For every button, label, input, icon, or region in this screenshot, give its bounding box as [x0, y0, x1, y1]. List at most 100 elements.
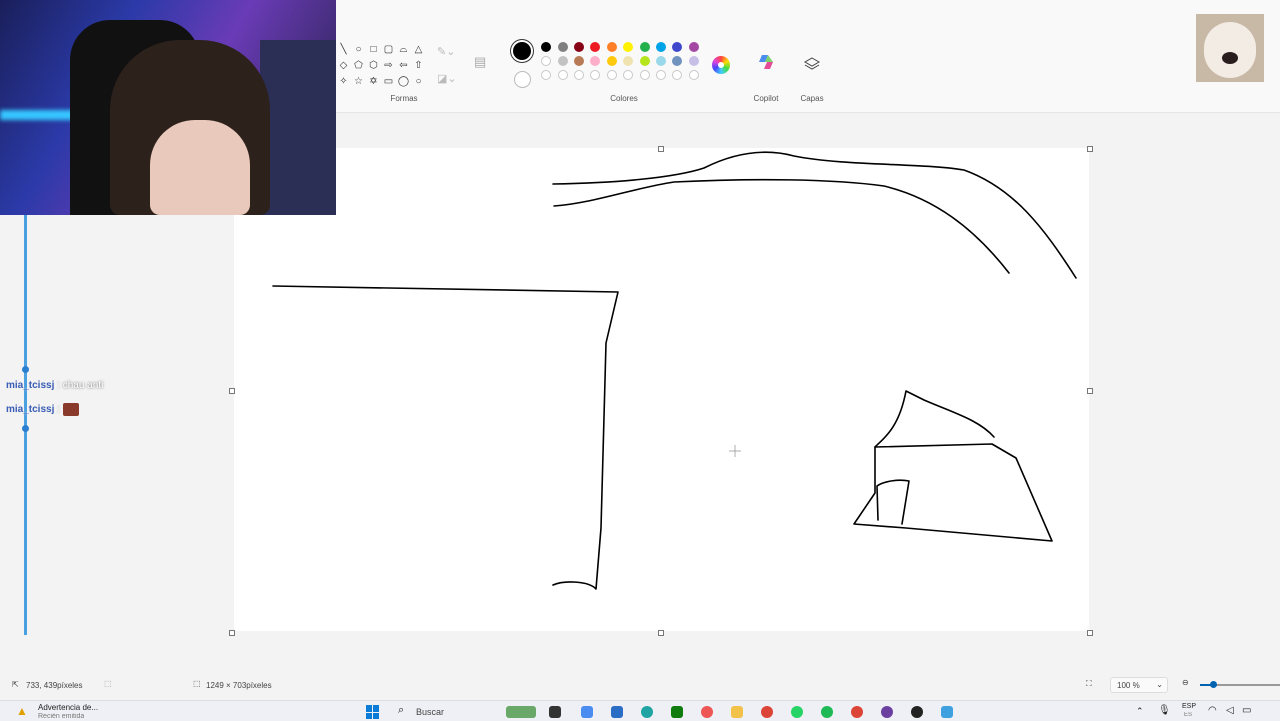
- color-swatch[interactable]: [688, 56, 699, 66]
- arrow-left-shape-icon[interactable]: ⇦: [396, 59, 411, 73]
- drawing-canvas[interactable]: [234, 148, 1089, 631]
- cursor-icon: ⇱: [12, 680, 19, 689]
- color-swatch[interactable]: [557, 70, 568, 80]
- paint-icon[interactable]: [941, 706, 953, 718]
- diamond-shape-icon[interactable]: ◇: [336, 59, 351, 73]
- app-icon[interactable]: [911, 706, 923, 718]
- zoom-select[interactable]: 100 % ⌄: [1110, 677, 1168, 693]
- color-swatch[interactable]: [688, 42, 699, 52]
- search-icon[interactable]: ⌕: [398, 704, 404, 717]
- callout-cloud-shape-icon[interactable]: ○: [411, 75, 426, 89]
- callout-oval-shape-icon[interactable]: ◯: [396, 75, 411, 89]
- rounded-rect-shape-icon[interactable]: ▢: [381, 43, 396, 57]
- zoom-slider[interactable]: [1200, 681, 1280, 688]
- color-swatch[interactable]: [541, 70, 552, 80]
- fit-to-window-icon[interactable]: ⛶: [1086, 679, 1092, 689]
- spotify-icon[interactable]: [821, 706, 833, 718]
- chat-message: mia_tcissj : chau anti: [6, 380, 104, 391]
- shape-size-icon[interactable]: ▤: [474, 54, 486, 70]
- search-box[interactable]: Buscar: [416, 707, 444, 717]
- app-icon[interactable]: [701, 706, 713, 718]
- color-swatch[interactable]: [655, 42, 666, 52]
- wifi-icon[interactable]: ◠: [1208, 705, 1217, 716]
- color-swatch[interactable]: [655, 70, 666, 80]
- zoom-out-icon[interactable]: ⊖: [1182, 678, 1189, 687]
- outline-icon[interactable]: ✎⌄: [437, 45, 455, 58]
- color-swatch[interactable]: [672, 42, 683, 52]
- warning-icon[interactable]: ▲: [16, 704, 28, 718]
- chevron-up-icon[interactable]: ⌃: [1136, 706, 1144, 717]
- color-swatch[interactable]: [606, 42, 617, 52]
- resize-handle[interactable]: [1087, 146, 1093, 152]
- chrome-profile-icon[interactable]: [851, 706, 863, 718]
- color-swatch[interactable]: [557, 56, 568, 66]
- star4-shape-icon[interactable]: ✧: [336, 75, 351, 89]
- color-swatch[interactable]: [590, 56, 601, 66]
- obs-icon[interactable]: [881, 706, 893, 718]
- zoom-value: 100 %: [1117, 681, 1140, 690]
- color-swatch[interactable]: [655, 56, 666, 66]
- pentagon-shape-icon[interactable]: ⬠: [351, 59, 366, 73]
- color-swatch[interactable]: [573, 56, 584, 66]
- color-swatch[interactable]: [590, 70, 601, 80]
- battery-icon[interactable]: ▭: [1242, 705, 1251, 716]
- edit-colors-icon[interactable]: [712, 56, 730, 74]
- color-swatch[interactable]: [541, 42, 552, 52]
- callout-rect-shape-icon[interactable]: ▭: [381, 75, 396, 89]
- color-swatch[interactable]: [623, 56, 634, 66]
- chrome-icon[interactable]: [761, 706, 773, 718]
- primary-color-swatch[interactable]: [513, 42, 531, 60]
- color-swatch[interactable]: [672, 56, 683, 66]
- language-indicator[interactable]: ESP: [1182, 703, 1196, 710]
- resize-handle[interactable]: [1087, 630, 1093, 636]
- color-palette[interactable]: [538, 42, 702, 80]
- arrow-right-shape-icon[interactable]: ⇨: [381, 59, 396, 73]
- star5-shape-icon[interactable]: ☆: [351, 75, 366, 89]
- file-explorer-icon[interactable]: [731, 706, 743, 718]
- polygon-shape-icon[interactable]: ⌓: [396, 43, 411, 57]
- whatsapp-icon[interactable]: [791, 706, 803, 718]
- color-swatch[interactable]: [573, 42, 584, 52]
- resize-handle[interactable]: [1087, 388, 1093, 394]
- zoom-slider-thumb[interactable]: [1210, 681, 1217, 688]
- line-shape-icon[interactable]: ╲: [336, 43, 351, 57]
- task-view-icon[interactable]: [549, 706, 561, 718]
- color-swatch[interactable]: [639, 42, 650, 52]
- notification-title[interactable]: Advertencia de...: [38, 703, 98, 712]
- shapes-gallery[interactable]: ╲ ○ □ ▢ ⌓ △ ◇ ⬠ ⬡ ⇨ ⇦ ⇧ ✧ ☆ ✡ ▭ ◯ ○: [336, 43, 426, 89]
- rectangle-shape-icon[interactable]: □: [366, 43, 381, 57]
- star6-shape-icon[interactable]: ✡: [366, 75, 381, 89]
- copilot-button[interactable]: Copilot: [748, 50, 784, 106]
- hexagon-shape-icon[interactable]: ⬡: [366, 59, 381, 73]
- color-swatch[interactable]: [688, 70, 699, 80]
- resize-handle[interactable]: [658, 630, 664, 636]
- color-swatch[interactable]: [606, 70, 617, 80]
- oval-shape-icon[interactable]: ○: [351, 43, 366, 57]
- layers-button[interactable]: Capas: [795, 50, 829, 106]
- color-swatch[interactable]: [590, 42, 601, 52]
- windows-start-icon[interactable]: [366, 705, 380, 719]
- secondary-color-swatch[interactable]: [514, 71, 531, 88]
- triangle-shape-icon[interactable]: △: [411, 43, 426, 57]
- xbox-icon[interactable]: [671, 706, 683, 718]
- color-swatch[interactable]: [606, 56, 617, 66]
- color-swatch[interactable]: [573, 70, 584, 80]
- arrow-up-shape-icon[interactable]: ⇧: [411, 59, 426, 73]
- volume-icon[interactable]: ◁: [1226, 705, 1234, 716]
- color-swatch[interactable]: [623, 42, 634, 52]
- color-swatch[interactable]: [639, 70, 650, 80]
- copilot-taskbar-icon[interactable]: [581, 706, 593, 718]
- color-swatch[interactable]: [672, 70, 683, 80]
- resize-handle[interactable]: [229, 388, 235, 394]
- microphone-icon[interactable]: 🎙: [1158, 705, 1171, 716]
- color-swatch[interactable]: [557, 42, 568, 52]
- color-swatch[interactable]: [623, 70, 634, 80]
- color-swatch[interactable]: [541, 56, 552, 66]
- color-swatch[interactable]: [639, 56, 650, 66]
- resize-handle[interactable]: [658, 146, 664, 152]
- widgets-icon[interactable]: [506, 706, 536, 718]
- edge-icon[interactable]: [641, 706, 653, 718]
- store-icon[interactable]: [611, 706, 623, 718]
- fill-icon[interactable]: ◪⌄: [437, 72, 457, 85]
- resize-handle[interactable]: [229, 630, 235, 636]
